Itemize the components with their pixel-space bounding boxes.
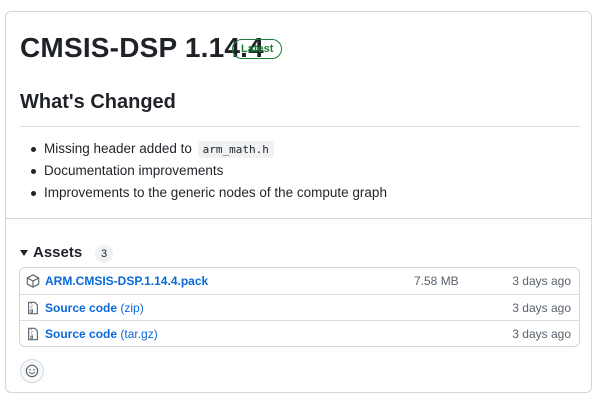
bullet-icon (31, 169, 36, 174)
asset-row: Source code (zip) 3 days ago (20, 295, 579, 321)
release-title[interactable]: CMSIS-DSP 1.14.4 (20, 32, 264, 64)
asset-date: 3 days ago (512, 274, 571, 288)
change-text: Documentation improvements (44, 163, 224, 178)
list-item: Improvements to the generic nodes of the… (20, 182, 580, 204)
asset-link[interactable]: Source code (zip) (45, 295, 144, 321)
asset-link[interactable]: Source code (tar.gz) (45, 321, 158, 347)
file-zip-icon (28, 327, 38, 341)
package-icon (26, 274, 40, 288)
heading-divider (20, 126, 580, 127)
assets-title: Assets (33, 244, 83, 261)
list-item: Missing header added to arm_math.h (20, 138, 580, 160)
smiley-icon (25, 364, 39, 378)
changes-list: Missing header added to arm_math.h Docum… (20, 138, 580, 204)
asset-row: Source code (tar.gz) 3 days ago (20, 321, 579, 348)
bullet-icon (31, 191, 36, 196)
triangle-down-icon (20, 250, 28, 256)
latest-badge: Latest (232, 39, 283, 59)
change-text: Improvements to the generic nodes of the… (44, 185, 387, 200)
section-divider (6, 218, 591, 219)
asset-link[interactable]: ARM.CMSIS-DSP.1.14.4.pack (45, 268, 208, 294)
assets-list: ARM.CMSIS-DSP.1.14.4.pack 7.58 MB 3 days… (19, 267, 580, 347)
asset-date: 3 days ago (512, 300, 571, 315)
asset-date: 3 days ago (512, 327, 571, 341)
file-zip-icon (28, 301, 38, 314)
bullet-icon (31, 147, 36, 152)
assets-count-badge: 3 (95, 245, 113, 263)
list-item: Documentation improvements (20, 160, 580, 182)
release-card: CMSIS-DSP 1.14.4 Latest What's Changed M… (5, 11, 592, 393)
asset-size: 7.58 MB (414, 274, 459, 288)
whats-changed-heading: What's Changed (20, 91, 176, 113)
assets-toggle[interactable]: Assets (20, 243, 82, 263)
inline-code: arm_math.h (197, 141, 274, 158)
asset-row: ARM.CMSIS-DSP.1.14.4.pack 7.58 MB 3 days… (20, 268, 579, 295)
add-reaction-button[interactable] (20, 359, 44, 383)
change-text: Missing header added to (44, 141, 196, 156)
